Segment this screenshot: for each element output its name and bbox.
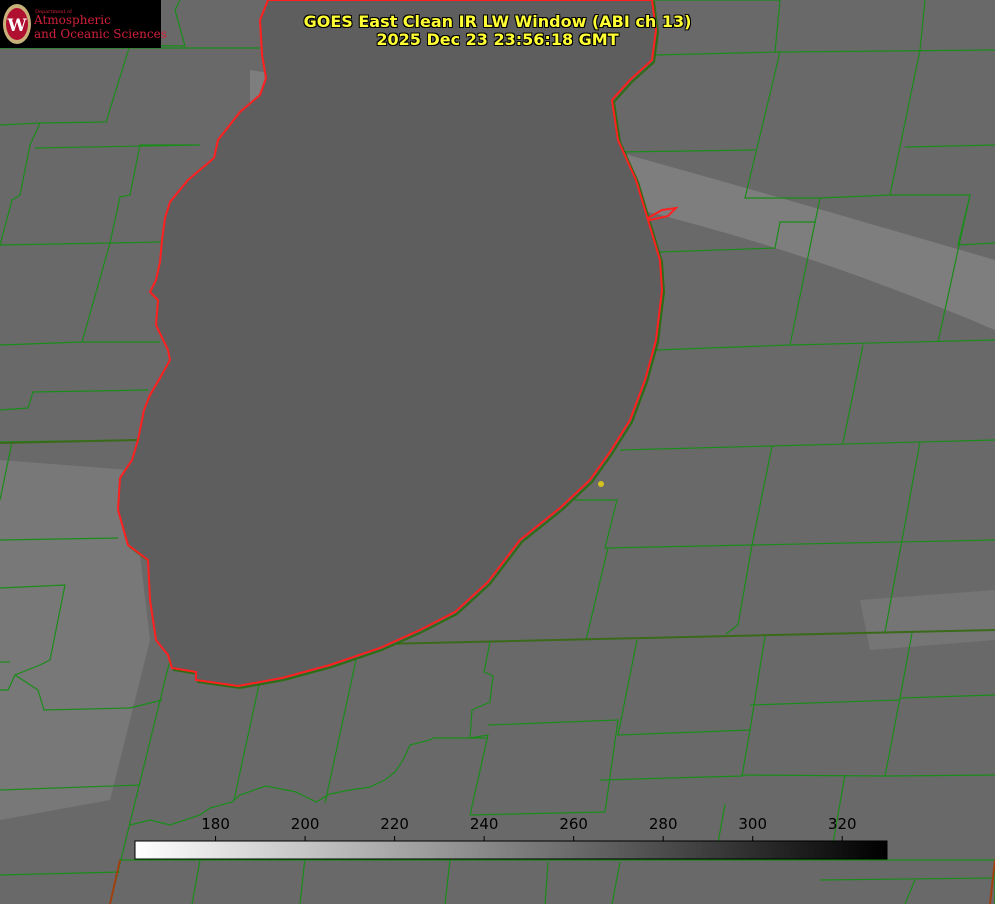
colorbar-tick-label: 300	[738, 815, 768, 833]
colorbar-tick-label: 220	[380, 815, 409, 833]
station-marker	[598, 481, 604, 487]
colorbar-tick-label: 320	[827, 815, 857, 833]
cloud-east	[860, 590, 995, 650]
svg-text:W: W	[6, 16, 27, 36]
uw-aos-logo: W Department of Atmospheric and Oceanic …	[0, 0, 167, 48]
colorbar-tick-label: 280	[648, 815, 678, 833]
colorbar-tick-label: 180	[201, 815, 230, 833]
map-canvas	[0, 0, 995, 904]
colorbar-tick-label: 200	[290, 815, 320, 833]
colorbar-tick-label: 240	[469, 815, 499, 833]
colorbar	[134, 840, 888, 860]
uw-seal-icon: W	[3, 4, 31, 44]
logo-name-line1: Atmospheric	[34, 13, 111, 27]
colorbar-tick-label: 260	[559, 815, 588, 833]
logo-name-line2: and Oceanic Sciences	[34, 27, 167, 41]
satellite-map: GOES East Clean IR LW Window (ABI ch 13)…	[0, 0, 995, 904]
